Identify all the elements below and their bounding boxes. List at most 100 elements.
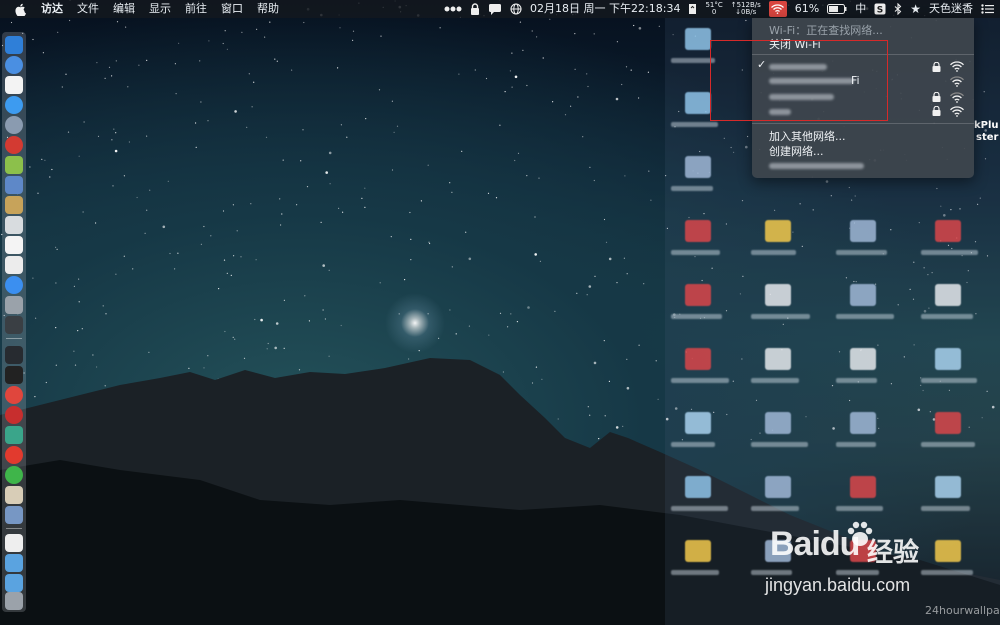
safari-icon[interactable] xyxy=(5,96,23,114)
finder-icon[interactable] xyxy=(5,36,23,54)
trash-icon[interactable] xyxy=(5,592,23,610)
desktop-file-label-blurred xyxy=(751,442,808,447)
notification-list-icon[interactable] xyxy=(977,0,1000,18)
preview-icon[interactable] xyxy=(5,176,23,194)
desktop-file-label-blurred xyxy=(921,442,975,447)
android-icon[interactable] xyxy=(5,156,23,174)
wechat-icon[interactable] xyxy=(5,466,23,484)
lock-icon xyxy=(932,62,941,72)
desktop-file-icon[interactable] xyxy=(765,348,791,370)
desktop-file-icon[interactable] xyxy=(765,412,791,434)
side-text-fragment: kPlu xyxy=(974,120,999,131)
desktop-file-label-blurred xyxy=(671,186,713,191)
netease-music-icon[interactable] xyxy=(5,406,23,424)
highlight-box xyxy=(710,40,888,121)
textedit-icon[interactable] xyxy=(5,236,23,254)
launchpad-icon[interactable] xyxy=(5,56,23,74)
yandex-icon[interactable] xyxy=(5,446,23,464)
cpu-monitor[interactable]: 51°C 0 xyxy=(701,0,726,18)
vivaldi-icon[interactable] xyxy=(5,386,23,404)
status-area: 02月18日 周一 下午22:18:34 51°C 0 ↑512B/s ↓0B/… xyxy=(440,0,1000,18)
desktop-file-icon[interactable] xyxy=(935,348,961,370)
bookmark-icon[interactable] xyxy=(684,0,701,18)
desktop-file-label-blurred xyxy=(671,122,718,127)
lock-status-icon[interactable] xyxy=(466,0,484,18)
desktop-file-label-blurred xyxy=(836,442,876,447)
lock-icon xyxy=(932,106,941,116)
desktop-file-icon[interactable] xyxy=(850,348,876,370)
desktop-file-icon[interactable] xyxy=(935,284,961,306)
desktop-file-icon[interactable] xyxy=(765,220,791,242)
create-network-item[interactable]: 创建网络... xyxy=(769,143,824,159)
star-icon[interactable]: ★ xyxy=(906,0,925,18)
archive-icon[interactable] xyxy=(5,486,23,504)
desktop-file-icon[interactable] xyxy=(935,412,961,434)
green-app-icon[interactable] xyxy=(5,426,23,444)
dock-separator xyxy=(6,338,22,339)
desktop-file-icon[interactable] xyxy=(685,156,711,178)
desktop-file-icon[interactable] xyxy=(850,284,876,306)
desktop-file-label-blurred xyxy=(921,378,977,383)
desktop-file-icon[interactable] xyxy=(765,284,791,306)
menu-file[interactable]: 文件 xyxy=(70,0,106,18)
screenshot-icon[interactable] xyxy=(5,506,23,524)
desktop-file-icon[interactable] xyxy=(685,220,711,242)
desktop-file-icon[interactable] xyxy=(685,476,711,498)
desktop-file-label-blurred xyxy=(921,250,978,255)
document-icon[interactable] xyxy=(5,256,23,274)
folder-icon[interactable] xyxy=(5,554,23,572)
desktop-file-label-blurred xyxy=(751,250,796,255)
desktop-file-icon[interactable] xyxy=(765,476,791,498)
join-other-network-item[interactable]: 加入其他网络... xyxy=(769,128,846,144)
desktop-file-label-blurred xyxy=(671,314,722,319)
desktop-file-icon[interactable] xyxy=(685,540,711,562)
menu-go[interactable]: 前往 xyxy=(178,0,214,18)
downloads-folder-icon[interactable] xyxy=(5,574,23,592)
desktop-file-icon[interactable] xyxy=(850,476,876,498)
s-app-icon[interactable]: S xyxy=(870,0,890,18)
desktop-file-label-blurred xyxy=(751,378,799,383)
open-network-preferences-item[interactable] xyxy=(769,163,864,169)
wifi-signal-icon xyxy=(950,106,964,117)
calendar-icon[interactable] xyxy=(5,76,23,94)
activity-monitor-icon[interactable] xyxy=(5,316,23,334)
dots-icon[interactable] xyxy=(440,0,466,18)
desktop-file-icon[interactable] xyxy=(685,348,711,370)
menu-edit[interactable]: 编辑 xyxy=(106,0,142,18)
menu-window[interactable]: 窗口 xyxy=(214,0,250,18)
desktop-file-icon[interactable] xyxy=(935,476,961,498)
notes-icon[interactable] xyxy=(5,196,23,214)
net-down-speed: ↓0B/s xyxy=(735,8,757,16)
menu-help[interactable]: 帮助 xyxy=(250,0,286,18)
wallpaper-credit: 24hourwallpa xyxy=(925,604,1000,617)
desktop-file-icon[interactable] xyxy=(685,28,711,50)
app-store-icon[interactable] xyxy=(5,276,23,294)
input-method-indicator[interactable]: 中 xyxy=(851,0,870,18)
terminal-icon[interactable] xyxy=(5,366,23,384)
desktop-file-icon[interactable] xyxy=(685,92,711,114)
file-icon[interactable] xyxy=(5,534,23,552)
globe-icon[interactable] xyxy=(506,0,526,18)
desktop-file-icon[interactable] xyxy=(685,284,711,306)
battery-icon[interactable] xyxy=(823,0,851,18)
datetime-display[interactable]: 02月18日 周一 下午22:18:34 xyxy=(526,0,684,18)
desktop-file-icon[interactable] xyxy=(850,220,876,242)
app-menu-finder[interactable]: 访达 xyxy=(34,0,70,18)
desktop-file-icon[interactable] xyxy=(685,412,711,434)
red-app-icon[interactable] xyxy=(5,136,23,154)
desktop-file-icon[interactable] xyxy=(850,412,876,434)
wifi-icon[interactable] xyxy=(768,1,787,17)
system-preferences-icon[interactable] xyxy=(5,296,23,314)
rocket-icon[interactable] xyxy=(5,116,23,134)
photos-icon[interactable] xyxy=(5,216,23,234)
network-monitor[interactable]: ↑512B/s ↓0B/s xyxy=(727,0,765,18)
console-icon[interactable] xyxy=(5,346,23,364)
menu-view[interactable]: 显示 xyxy=(142,0,178,18)
battery-percent[interactable]: 61% xyxy=(791,0,823,18)
desktop-file-label-blurred xyxy=(751,506,799,511)
message-icon[interactable] xyxy=(484,0,506,18)
bluetooth-icon[interactable] xyxy=(890,0,906,18)
apple-menu-icon[interactable] xyxy=(14,0,28,18)
desktop-file-icon[interactable] xyxy=(935,220,961,242)
user-name[interactable]: 天色迷香 xyxy=(925,0,977,18)
